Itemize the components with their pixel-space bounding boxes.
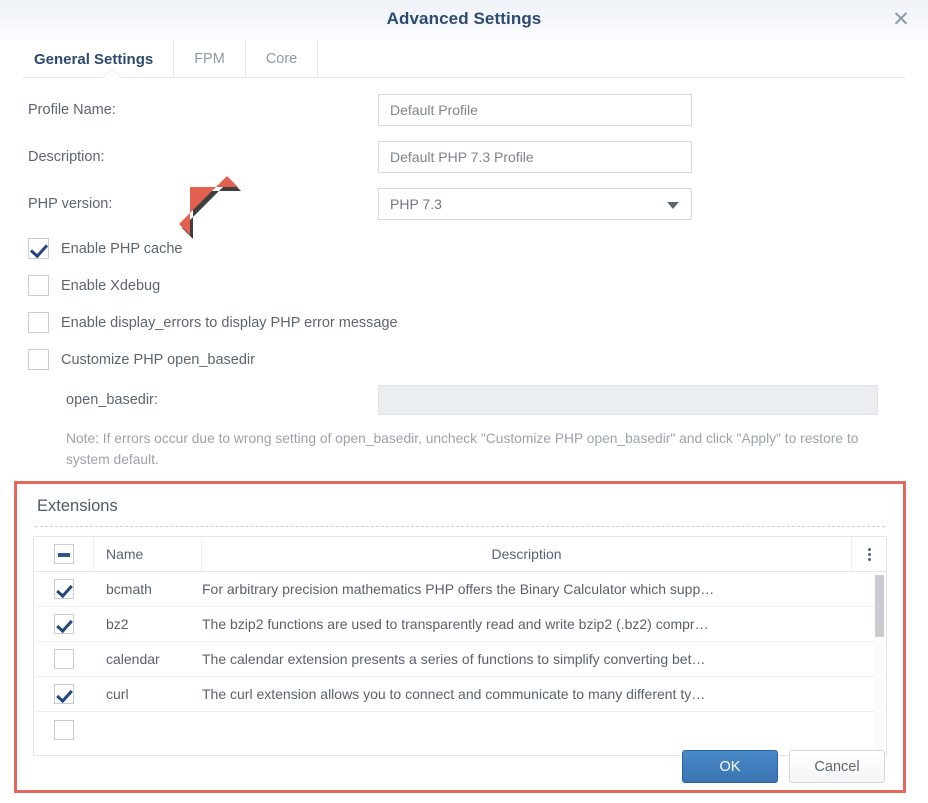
open-basedir-input[interactable] (378, 385, 878, 415)
row-checkbox-cell (34, 614, 94, 634)
enable-display-errors-checkbox[interactable] (28, 312, 49, 333)
row-checkbox-cell (34, 684, 94, 704)
row-description: The calendar extension presents a series… (202, 651, 706, 667)
dialog-titlebar: Advanced Settings ✕ (0, 0, 928, 40)
row-name: bcmath (106, 581, 152, 597)
open-basedir-row: open_basedir: (28, 378, 900, 422)
row-name: calendar (106, 651, 160, 667)
profile-name-row: Profile Name: (28, 90, 900, 130)
kebab-menu-icon[interactable] (867, 547, 871, 561)
table-row[interactable]: bcmath For arbitrary precision mathemati… (34, 572, 886, 607)
enable-display-errors-row[interactable]: Enable display_errors to display PHP err… (28, 304, 900, 341)
extensions-table-header: Name Description (34, 537, 886, 572)
customize-open-basedir-checkbox[interactable] (28, 349, 49, 370)
row-checkbox-cell (34, 579, 94, 599)
select-all-checkbox[interactable] (53, 544, 74, 564)
customize-open-basedir-row[interactable]: Customize PHP open_basedir (28, 341, 900, 378)
general-settings-panel: Profile Name: Description: PHP version: … (0, 78, 928, 471)
profile-name-input[interactable] (378, 94, 692, 126)
open-basedir-label: open_basedir: (66, 392, 158, 408)
table-scrollbar-thumb[interactable] (875, 575, 884, 637)
extensions-highlight-box: Extensions Name Description bcmath For a… (14, 481, 906, 793)
dialog-footer: OK Cancel (17, 743, 903, 790)
row-checkbox[interactable] (54, 649, 74, 669)
row-checkbox-cell (34, 649, 94, 669)
page-title: Advanced Settings (386, 9, 542, 28)
description-input[interactable] (378, 141, 692, 173)
profile-name-label: Profile Name: (28, 102, 116, 118)
table-row[interactable]: curl The curl extension allows you to co… (34, 677, 886, 712)
description-row: Description: (28, 137, 900, 177)
tab-fpm-label: FPM (194, 51, 225, 67)
column-menu-cell (852, 537, 886, 572)
row-name: curl (106, 686, 129, 702)
active-tab-notch (103, 69, 121, 78)
table-row[interactable]: bz2 The bzip2 functions are used to tran… (34, 607, 886, 642)
row-checkbox-cell (34, 719, 94, 740)
enable-xdebug-row[interactable]: Enable Xdebug (28, 267, 900, 304)
enable-php-cache-checkbox[interactable] (28, 238, 49, 259)
row-description: For arbitrary precision mathematics PHP … (202, 581, 715, 597)
tab-bar: General Settings FPM Core (0, 40, 928, 78)
tab-core[interactable]: Core (246, 40, 319, 78)
extensions-table-body: bcmath For arbitrary precision mathemati… (34, 572, 886, 747)
indeterminate-dash-icon (57, 553, 70, 557)
extensions-divider (35, 526, 885, 527)
tab-core-label: Core (265, 51, 298, 67)
row-description: The bzip2 functions are used to transpar… (202, 616, 709, 632)
extensions-table: Name Description bcmath For arbitrary pr… (33, 536, 887, 756)
ok-button[interactable]: OK (682, 750, 778, 783)
select-all-header-cell (34, 537, 94, 572)
advanced-settings-dialog: Advanced Settings ✕ General Settings FPM… (0, 0, 928, 803)
php-version-value: PHP 7.3 (390, 196, 442, 212)
tab-general-settings[interactable]: General Settings (22, 40, 175, 78)
enable-php-cache-row[interactable]: Enable PHP cache (28, 230, 900, 267)
php-version-select[interactable]: PHP 7.3 (378, 188, 692, 220)
close-icon[interactable]: ✕ (888, 7, 914, 33)
row-checkbox[interactable] (54, 579, 74, 599)
php-version-label: PHP version: (28, 196, 113, 212)
customize-open-basedir-label: Customize PHP open_basedir (61, 351, 255, 368)
chevron-down-icon (667, 202, 679, 209)
description-label: Description: (28, 149, 105, 165)
cancel-button[interactable]: Cancel (789, 750, 885, 783)
tab-fpm[interactable]: FPM (174, 40, 246, 78)
extensions-title: Extensions (37, 497, 118, 515)
row-checkbox[interactable] (54, 719, 74, 740)
tab-general-settings-label: General Settings (34, 50, 154, 68)
table-row[interactable]: calendar The calendar extension presents… (34, 642, 886, 677)
row-description: The curl extension allows you to connect… (202, 686, 706, 702)
column-header-name[interactable]: Name (94, 537, 202, 572)
enable-xdebug-label: Enable Xdebug (61, 277, 161, 294)
enable-display-errors-label: Enable display_errors to display PHP err… (61, 314, 398, 331)
row-name: bz2 (106, 616, 129, 632)
column-header-description[interactable]: Description (202, 537, 852, 572)
enable-xdebug-checkbox[interactable] (28, 275, 49, 296)
row-checkbox[interactable] (54, 614, 74, 634)
table-row[interactable] (34, 712, 886, 747)
enable-php-cache-label: Enable PHP cache (61, 240, 183, 257)
open-basedir-note: Note: If errors occur due to wrong setti… (66, 431, 859, 468)
row-checkbox[interactable] (54, 684, 74, 704)
php-version-row: PHP version: PHP 7.3 (28, 184, 900, 224)
